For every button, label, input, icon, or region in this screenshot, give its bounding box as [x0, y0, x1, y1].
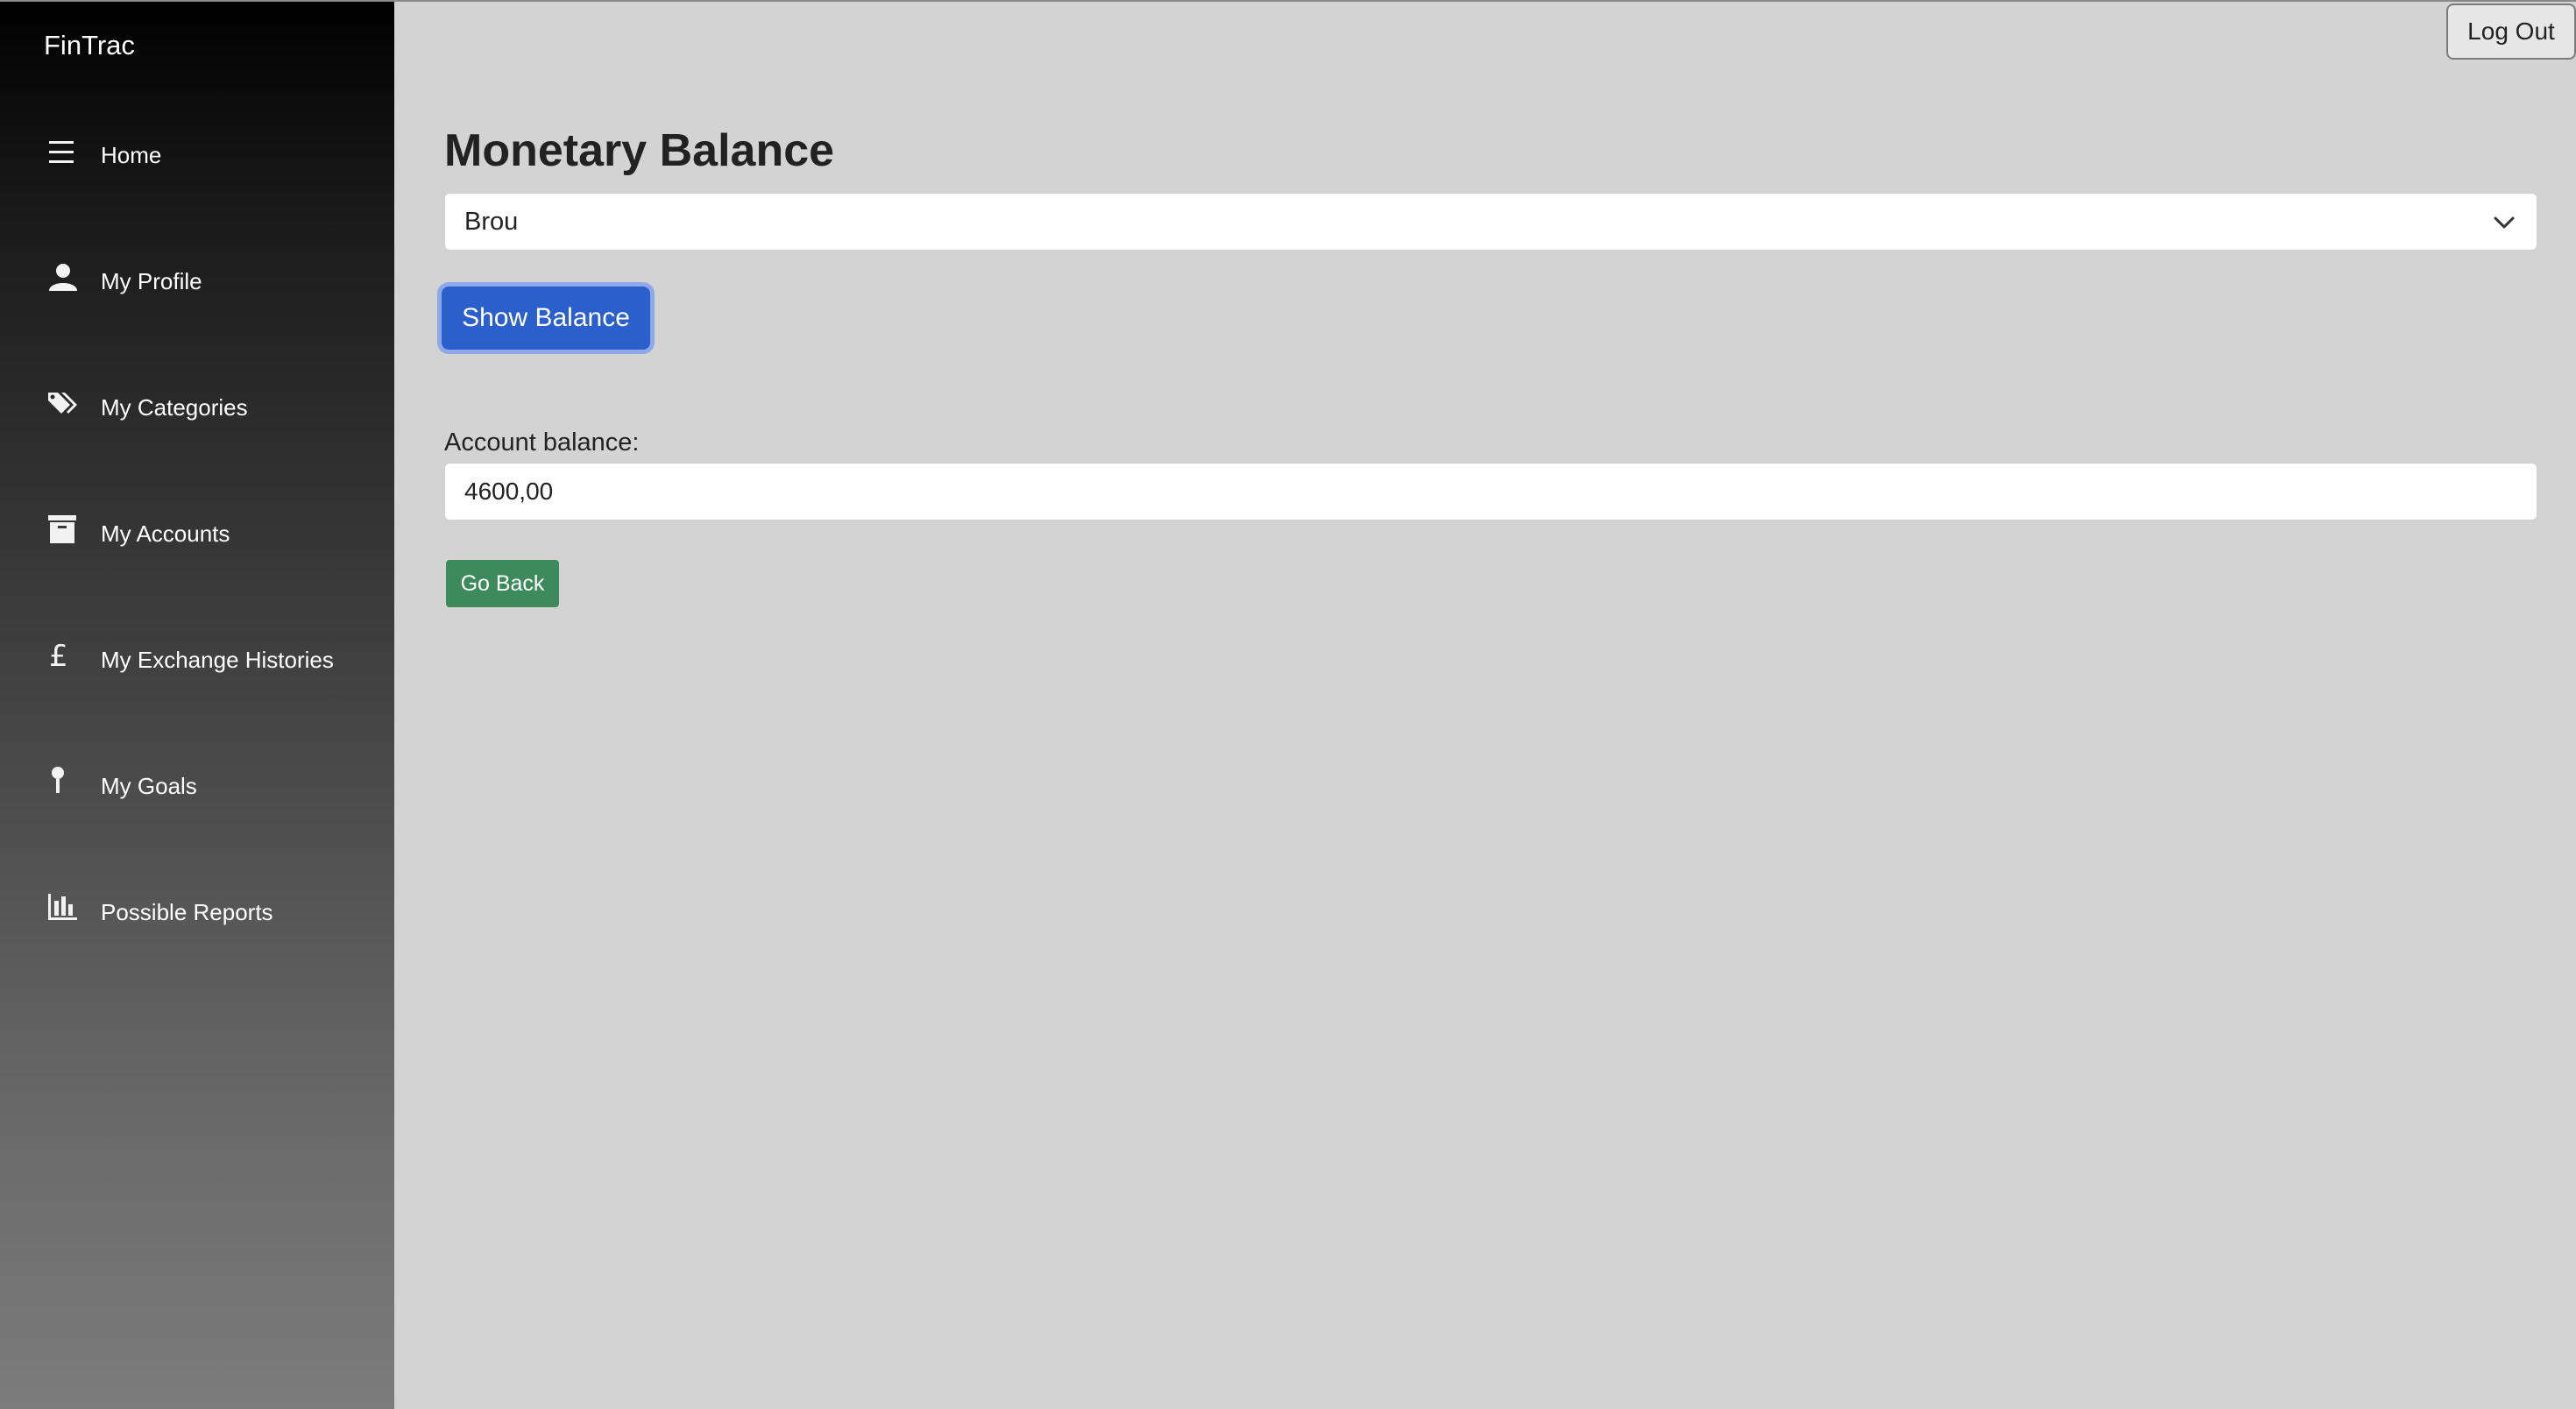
sidebar-item-label: Possible Reports — [101, 899, 273, 925]
tags-icon — [46, 387, 81, 422]
sidebar-item-label: My Exchange Histories — [101, 647, 334, 673]
account-select[interactable]: Brou — [444, 193, 2537, 251]
bar-chart-icon — [46, 892, 81, 927]
sidebar-item-label: My Categories — [101, 394, 248, 421]
sidebar: FinTrac Home My Profile My Categories My… — [0, 2, 394, 1409]
brand-logo[interactable]: FinTrac — [44, 30, 135, 61]
archive-icon — [46, 513, 81, 549]
sidebar-item-label: My Goals — [101, 773, 197, 799]
balance-label: Account balance: — [444, 428, 640, 457]
page-title: Monetary Balance — [444, 125, 835, 176]
show-balance-button[interactable]: Show Balance — [442, 287, 650, 350]
logout-button[interactable]: Log Out — [2446, 4, 2576, 60]
sidebar-item-my-accounts[interactable]: My Accounts — [0, 513, 394, 592]
account-select-value: Brou — [464, 208, 519, 236]
user-icon — [46, 261, 81, 296]
sidebar-item-label: My Profile — [101, 268, 202, 294]
sidebar-item-possible-reports[interactable]: Possible Reports — [0, 892, 394, 971]
svg-text:£: £ — [49, 640, 68, 674]
pound-icon: £ — [46, 640, 81, 675]
balance-field[interactable]: 4600,00 — [444, 463, 2537, 520]
chevron-down-icon — [2491, 209, 2517, 236]
sidebar-item-my-profile[interactable]: My Profile — [0, 261, 394, 340]
go-back-button[interactable]: Go Back — [446, 560, 559, 607]
sidebar-item-home[interactable]: Home — [0, 135, 394, 214]
sidebar-item-my-exchange-histories[interactable]: £ My Exchange Histories — [0, 640, 394, 719]
sidebar-item-label: Home — [101, 142, 162, 168]
sidebar-item-my-goals[interactable]: My Goals — [0, 766, 394, 845]
sidebar-item-label: My Accounts — [101, 520, 230, 547]
sidebar-item-my-categories[interactable]: My Categories — [0, 387, 394, 466]
pin-icon — [46, 766, 81, 801]
balance-value: 4600,00 — [464, 478, 554, 505]
menu-icon — [46, 135, 81, 170]
